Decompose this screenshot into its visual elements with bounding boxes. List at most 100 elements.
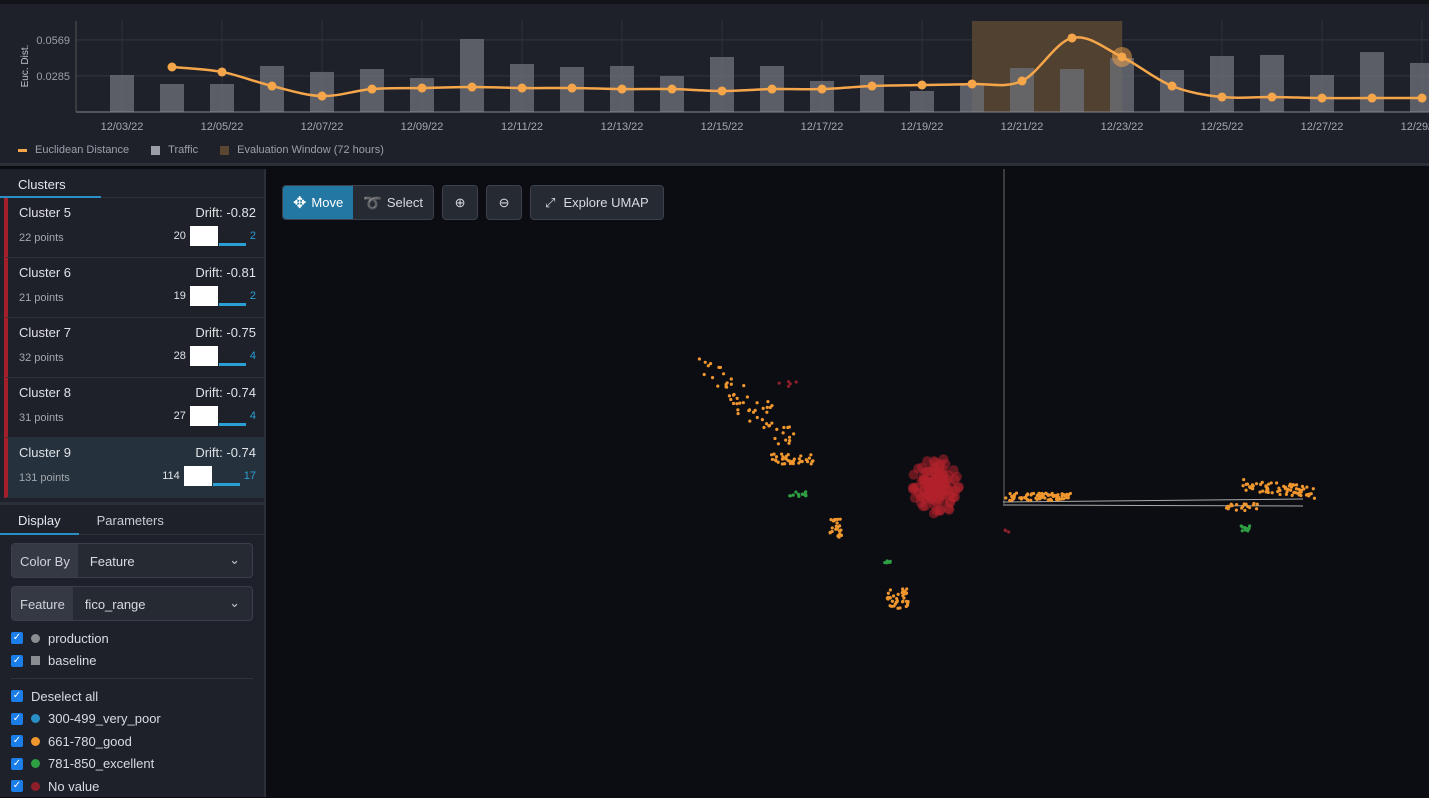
traffic-bar[interactable] xyxy=(1410,62,1429,112)
data-point xyxy=(888,560,892,564)
y-tick-label: 0.0569 xyxy=(36,35,70,47)
select-button[interactable]: ➰ Select xyxy=(353,186,434,219)
distance-point[interactable] xyxy=(1417,93,1427,103)
traffic-bar[interactable] xyxy=(1260,54,1284,112)
data-point xyxy=(1311,487,1315,491)
tab-display[interactable]: Display xyxy=(0,505,79,535)
traffic-bar[interactable] xyxy=(660,76,684,112)
traffic-bar[interactable] xyxy=(910,90,934,112)
distance-point[interactable] xyxy=(1367,93,1377,103)
distance-point[interactable] xyxy=(817,84,827,94)
distance-point[interactable] xyxy=(1217,92,1227,102)
zoom-in-button[interactable]: ⊕ xyxy=(442,185,479,220)
cluster-item[interactable]: Cluster 8 Drift: -0.74 31 points 27 4 xyxy=(4,378,264,438)
tab-parameters[interactable]: Parameters xyxy=(79,505,182,534)
cluster-histogram: 20 2 xyxy=(174,226,256,246)
data-point xyxy=(1284,492,1288,496)
deselect-all-checkbox[interactable]: ✓ Deselect all xyxy=(0,685,264,708)
data-point xyxy=(1242,477,1246,482)
distance-point[interactable] xyxy=(767,84,777,94)
checkbox-icon[interactable]: ✓ xyxy=(11,690,23,703)
traffic-bar[interactable] xyxy=(460,38,484,112)
checkbox-icon[interactable]: ✓ xyxy=(11,757,23,770)
distance-point[interactable] xyxy=(1267,92,1277,102)
cluster-item[interactable]: Cluster 7 Drift: -0.75 32 points 28 4 xyxy=(4,318,264,378)
data-point xyxy=(773,458,778,462)
distance-point[interactable] xyxy=(1117,52,1127,62)
category-checkbox[interactable]: ✓ No value xyxy=(0,775,264,798)
checkbox-icon[interactable]: ✓ xyxy=(11,632,23,645)
traffic-bar[interactable] xyxy=(1210,55,1234,112)
distance-point[interactable] xyxy=(1017,76,1027,86)
x-tick-label: 12/21/22 xyxy=(1001,121,1044,133)
zoom-out-button[interactable]: ⊖ xyxy=(486,185,523,220)
production-bar xyxy=(189,226,218,246)
distance-point[interactable] xyxy=(567,83,577,93)
cluster-item[interactable]: Cluster 9 Drift: -0.74 131 points 114 17 xyxy=(4,438,264,498)
production-checkbox[interactable]: ✓ production xyxy=(0,627,264,650)
distance-point[interactable] xyxy=(217,67,227,77)
distance-point[interactable] xyxy=(867,81,877,91)
move-button[interactable]: ✥ Move xyxy=(283,186,354,219)
legend-evaluation-window[interactable]: Evaluation Window (72 hours) xyxy=(220,144,384,156)
category-checkbox[interactable]: ✓ 781-850_excellent xyxy=(0,753,264,776)
distance-point[interactable] xyxy=(717,86,727,96)
lasso-icon: ➰ xyxy=(363,194,382,212)
baseline-checkbox[interactable]: ✓ baseline xyxy=(0,650,264,673)
checkbox-icon[interactable]: ✓ xyxy=(11,712,23,725)
checkbox-icon[interactable]: ✓ xyxy=(11,780,23,793)
cluster-item[interactable]: Cluster 5 Drift: -0.82 22 points 20 2 xyxy=(4,198,264,258)
distance-point[interactable] xyxy=(667,84,677,94)
checkbox-icon[interactable]: ✓ xyxy=(11,735,23,748)
distance-point[interactable] xyxy=(1167,81,1177,91)
distance-point[interactable] xyxy=(167,62,177,72)
traffic-bar[interactable] xyxy=(410,78,434,112)
color-by-select[interactable]: Color By Feature ⌄ xyxy=(11,543,253,578)
cluster-histogram: 28 4 xyxy=(174,346,256,366)
category-checkbox[interactable]: ✓ 300-499_very_poor xyxy=(0,708,264,731)
distance-point[interactable] xyxy=(517,83,527,93)
legend-traffic[interactable]: Traffic xyxy=(151,144,198,156)
data-point xyxy=(697,357,702,361)
data-point xyxy=(1013,493,1017,497)
traffic-bar[interactable] xyxy=(1310,74,1334,112)
data-point xyxy=(787,441,791,445)
distance-point[interactable] xyxy=(967,79,977,89)
distance-point[interactable] xyxy=(317,91,327,101)
x-tick-label: 12/03/22 xyxy=(101,121,144,133)
distance-point[interactable] xyxy=(1317,93,1327,103)
category-checkbox[interactable]: ✓ 661-780_good xyxy=(0,730,264,753)
traffic-bar[interactable] xyxy=(1360,52,1384,112)
traffic-bar[interactable] xyxy=(1060,69,1084,112)
traffic-bar[interactable] xyxy=(860,74,884,112)
data-point xyxy=(1287,484,1291,488)
distance-point[interactable] xyxy=(417,83,427,93)
data-point xyxy=(765,410,769,414)
distance-point[interactable] xyxy=(267,81,277,91)
traffic-bar[interactable] xyxy=(210,83,234,112)
circle-icon xyxy=(31,714,40,724)
distance-point[interactable] xyxy=(917,80,927,90)
checkbox-icon[interactable]: ✓ xyxy=(11,654,23,667)
distance-point[interactable] xyxy=(1067,33,1077,43)
explore-umap-button[interactable]: ⤢ Explore UMAP xyxy=(530,185,664,220)
traffic-bar[interactable] xyxy=(160,83,184,112)
cluster-item[interactable]: Cluster 6 Drift: -0.81 21 points 19 2 xyxy=(4,258,264,318)
distance-point[interactable] xyxy=(467,82,477,92)
traffic-bar[interactable] xyxy=(710,56,734,112)
data-point xyxy=(706,364,710,368)
data-point xyxy=(901,594,905,598)
distance-point[interactable] xyxy=(617,84,627,94)
data-point xyxy=(748,419,752,423)
data-point xyxy=(702,372,706,377)
traffic-bar[interactable] xyxy=(110,74,134,112)
feature-select[interactable]: Feature fico_range ⌄ xyxy=(11,586,253,621)
drift-timeline-chart[interactable]: 0.0285 0.0569 12/03/22 12/05/22 12/07/22 12/0… xyxy=(0,4,1429,144)
selected-cluster-point xyxy=(921,466,932,477)
umap-scatter-canvas[interactable] xyxy=(268,169,1429,797)
legend-euclidean-distance[interactable]: Euclidean Distance xyxy=(18,144,129,156)
traffic-bar[interactable] xyxy=(1160,70,1184,112)
tab-clusters[interactable]: Clusters i xyxy=(0,169,101,207)
divider xyxy=(11,678,253,679)
distance-point[interactable] xyxy=(367,84,377,94)
